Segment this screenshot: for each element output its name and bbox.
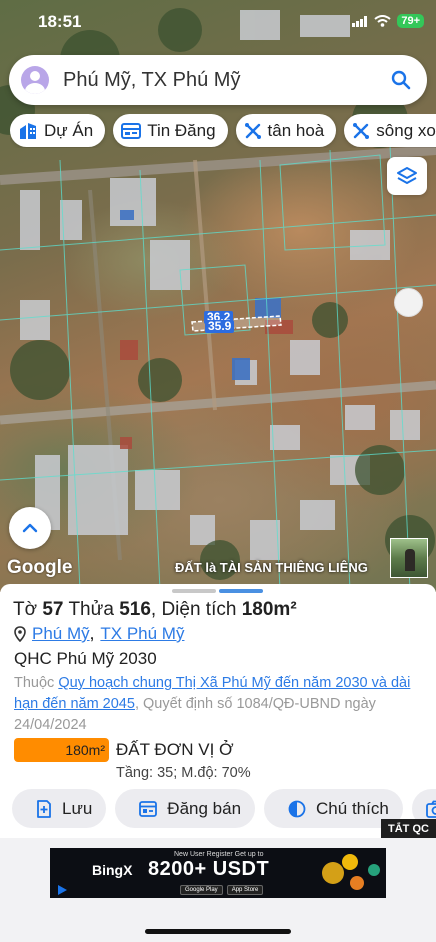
ad-area: BingX New User Register Get up to 8200+ …	[0, 838, 436, 942]
area-icon	[244, 122, 261, 139]
map-location-dot[interactable]	[394, 288, 423, 317]
save-button[interactable]: Lưu	[12, 789, 107, 828]
satellite-map[interactable]: 18:51 79+ Phú Mỹ, TX Phú Mỹ Dự Án Tin Đă…	[0, 0, 436, 592]
battery-indicator: 79+	[397, 14, 424, 28]
layers-button[interactable]	[387, 157, 427, 195]
google-attribution: Google	[7, 557, 73, 578]
coin-icon	[350, 876, 364, 890]
status-bar: 18:51 79+	[0, 0, 436, 46]
close-ad-button[interactable]: TẮT QC	[381, 819, 436, 839]
planning-name: QHC Phú Mỹ 2030	[14, 649, 157, 668]
location-row: Phú Mỹ, TX Phú Mỹ	[14, 624, 184, 644]
ad-headline-small: New User Register Get up to	[174, 851, 264, 858]
chip-label: Tin Đăng	[147, 120, 216, 140]
expand-up-button[interactable]	[9, 507, 51, 549]
search-icon[interactable]	[381, 60, 421, 100]
chip-label: Dự Án	[44, 120, 94, 140]
ward-link[interactable]: Phú Mỹ	[32, 624, 90, 643]
search-input[interactable]: Phú Mỹ, TX Phú Mỹ	[63, 69, 381, 92]
parcel-info-sheet: Tờ 57 Thửa 516, Diện tích 180m² Phú Mỹ, …	[0, 584, 436, 838]
thua-value: 516	[119, 599, 151, 620]
home-indicator	[145, 929, 291, 934]
ad-store-badges: Google Play App Store	[180, 885, 264, 895]
building-icon	[20, 122, 36, 139]
area-icon	[353, 122, 370, 139]
status-icons: 79+	[352, 14, 424, 28]
save-icon	[37, 799, 51, 818]
play-icon	[58, 885, 67, 895]
chip-tin-dang[interactable]: Tin Đăng	[113, 114, 228, 147]
chip-du-an[interactable]: Dự Án	[10, 114, 106, 147]
to-label: Tờ	[13, 599, 38, 620]
banner-thumbnail[interactable]	[390, 538, 428, 578]
ad-headline: 8200+ USDT	[148, 858, 270, 880]
chip-tan-hoa[interactable]: tân hoà	[235, 114, 337, 147]
google-play-badge: Google Play	[180, 885, 223, 895]
area-value: 180m²	[241, 599, 297, 620]
signal-icon	[352, 15, 368, 27]
land-use-stats: Tầng: 35; M.độ: 70%	[116, 765, 251, 781]
app-store-badge: App Store	[226, 885, 264, 895]
sheet-handle[interactable]	[172, 589, 263, 593]
save-label: Lưu	[62, 798, 93, 818]
planning-prefix: Thuộc	[14, 675, 55, 691]
coin-icon	[322, 862, 344, 884]
planning-description: Thuộc Quy hoạch chung Thị Xã Phú Mỹ đến …	[14, 673, 424, 736]
banner-text: ĐẤT là TÀI SẢN THIÊNG LIÊNG	[175, 560, 368, 575]
post-sale-label: Đăng bán	[167, 798, 242, 818]
town-link[interactable]: TX Phú Mỹ	[100, 624, 184, 644]
handle-segment-active	[219, 589, 263, 593]
listing-icon	[121, 122, 142, 139]
chip-label: tân hoà	[267, 120, 325, 140]
ad-banner[interactable]: BingX New User Register Get up to 8200+ …	[50, 848, 386, 898]
area-label: , Diện tích	[150, 599, 237, 620]
location-pin-icon	[14, 626, 26, 642]
chip-label: sông xoài	[376, 120, 436, 140]
coin-icon	[342, 854, 358, 870]
handle-segment	[172, 589, 216, 593]
parcel-title: Tờ 57 Thửa 516, Diện tích 180m²	[13, 599, 297, 621]
coin-icon	[368, 864, 380, 876]
land-use-badge: 180m²	[14, 738, 109, 762]
avatar[interactable]	[21, 66, 49, 94]
status-time: 18:51	[38, 12, 82, 31]
legend-icon	[288, 800, 306, 817]
land-use-type: ĐẤT ĐƠN VỊ Ở	[116, 740, 234, 759]
to-value: 57	[42, 599, 64, 620]
location-separator: ,	[89, 624, 95, 643]
search-bar[interactable]: Phú Mỹ, TX Phú Mỹ	[9, 55, 427, 105]
wifi-icon	[374, 15, 391, 27]
chevron-up-icon	[22, 523, 38, 533]
ad-brand: BingX	[92, 862, 133, 878]
dimension-label-bottom: 35.9	[205, 320, 235, 333]
camera-icon	[425, 800, 436, 818]
chip-song-xoai[interactable]: sông xoài	[344, 114, 436, 147]
action-buttons: Lưu Đăng bán Chú thích	[12, 789, 436, 829]
thua-label: Thửa	[68, 599, 114, 620]
post-sale-button[interactable]: Đăng bán	[115, 789, 256, 828]
legend-label: Chú thích	[316, 798, 389, 818]
post-sale-icon	[139, 800, 158, 817]
filter-chips: Dự Án Tin Đăng tân hoà sông xoài	[10, 114, 436, 148]
layers-icon	[397, 167, 417, 184]
